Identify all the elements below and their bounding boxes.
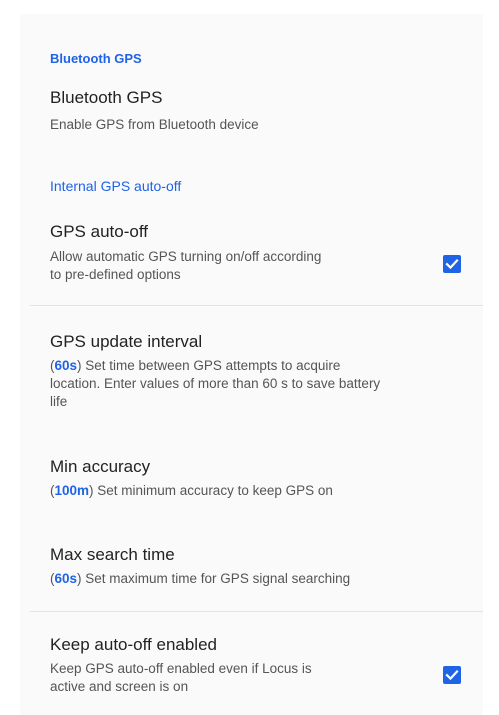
summary-line: to pre-defined options — [50, 267, 181, 282]
summary-text: Set maximum time for GPS signal searchin… — [81, 571, 351, 586]
divider — [30, 305, 483, 306]
pref-title: Keep auto-off enabled — [50, 635, 217, 654]
summary-text: Set minimum accuracy to keep GPS on — [93, 483, 333, 498]
check-icon — [445, 670, 459, 681]
pref-title: Min accuracy — [50, 457, 151, 476]
pref-summary: (60s) Set time between GPS attempts to a… — [50, 358, 381, 409]
pref-title: Max search time — [50, 545, 175, 564]
pref-title: GPS auto-off — [50, 222, 148, 241]
divider — [30, 611, 483, 612]
pref-title: GPS update interval — [50, 332, 203, 351]
pref-value: 100m — [54, 483, 90, 498]
category-internal-gps-auto-off: Internal GPS auto-off — [50, 178, 182, 194]
pref-gps-auto-off[interactable]: GPS auto-off Allow automatic GPS turning… — [20, 219, 483, 299]
pref-bluetooth-gps[interactable]: Bluetooth GPS Enable GPS from Bluetooth … — [20, 84, 483, 144]
gps-auto-off-checkbox[interactable] — [443, 255, 461, 273]
pref-keep-auto-off-enabled[interactable]: Keep auto-off enabled Keep GPS auto-off … — [20, 633, 483, 713]
pref-summary: (60s) Set maximum time for GPS signal se… — [50, 571, 351, 586]
summary-line: Keep GPS auto-off enabled even if Locus … — [50, 661, 312, 676]
pref-gps-update-interval[interactable]: GPS update interval (60s) Set time betwe… — [20, 330, 483, 430]
summary-line: location. Enter values of more than 60 s… — [50, 376, 381, 391]
summary-line: life — [50, 394, 68, 409]
pref-title: Bluetooth GPS — [50, 88, 163, 107]
pref-summary: Keep GPS auto-off enabled even if Locus … — [50, 660, 312, 696]
summary-line: active and screen is on — [50, 679, 189, 694]
pref-min-accuracy[interactable]: Min accuracy (100m) Set minimum accuracy… — [20, 455, 483, 515]
pref-value: 60s — [54, 358, 78, 373]
check-icon — [445, 259, 459, 270]
pref-summary: (100m) Set minimum accuracy to keep GPS … — [50, 483, 333, 498]
pref-summary: Allow automatic GPS turning on/off accor… — [50, 248, 321, 284]
summary-text: Set time between GPS attempts to acquire — [81, 358, 341, 373]
pref-max-search-time[interactable]: Max search time (60s) Set maximum time f… — [20, 543, 483, 603]
category-bluetooth-gps: Bluetooth GPS — [50, 51, 142, 66]
pref-summary: Enable GPS from Bluetooth device — [50, 117, 259, 132]
settings-panel: Bluetooth GPS Bluetooth GPS Enable GPS f… — [20, 14, 483, 715]
pref-value: 60s — [54, 571, 78, 586]
keep-auto-off-checkbox[interactable] — [443, 666, 461, 684]
summary-line: Allow automatic GPS turning on/off accor… — [50, 249, 322, 264]
